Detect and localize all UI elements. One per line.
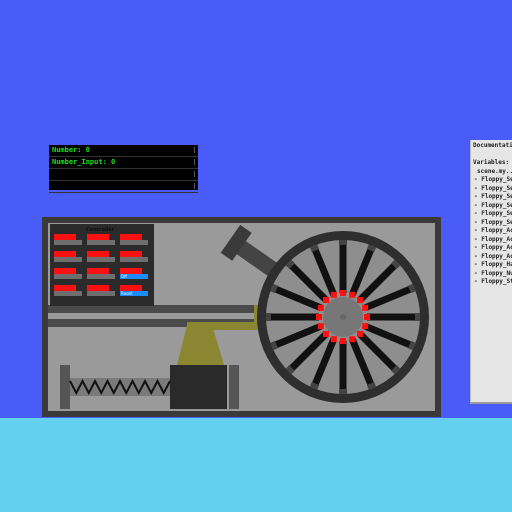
hub-led <box>349 291 356 298</box>
variables-heading: Variables: <box>473 159 510 166</box>
documentation-variable-item[interactable]: - Floppy_Nu <box>471 270 512 279</box>
hub-led <box>323 330 330 337</box>
documentation-variable-item[interactable]: - Floppy_Sta <box>471 278 512 287</box>
hub-led <box>330 336 337 343</box>
hub-led <box>317 304 324 311</box>
controller-button-label: Reset <box>121 291 133 296</box>
documentation-variable-item[interactable]: - Floppy_Ser <box>471 185 512 194</box>
documentation-variable-item[interactable]: - Floppy_Act <box>471 236 512 245</box>
controller-button-label: Off <box>121 274 127 279</box>
documentation-panel[interactable]: Documentation Variables: scene.my... - F… <box>470 140 512 402</box>
piston-block <box>170 365 227 409</box>
hub-led <box>340 290 346 296</box>
documentation-variable-item[interactable]: - Floppy_Ser <box>471 202 512 211</box>
console-line-number-input: Number_Input: 0 <box>49 157 198 169</box>
documentation-variable-item[interactable]: - Floppy_Ser <box>471 193 512 202</box>
console-line-empty <box>49 169 198 181</box>
console-output-panel: Number: 0 Number_Input: 0 <box>49 145 198 193</box>
documentation-variable-item[interactable]: - Floppy_Ser <box>471 219 512 228</box>
documentation-variable-item[interactable]: - Floppy_Act <box>471 244 512 253</box>
hub-led <box>349 336 356 343</box>
hub-led <box>317 323 324 330</box>
scene-variable-item[interactable]: scene.my... <box>471 167 512 176</box>
hub-led <box>356 330 363 337</box>
documentation-title: Documentation <box>473 142 512 149</box>
floppy-engine-machine[interactable]: Controller Off Reset <box>42 217 441 417</box>
hub-led <box>340 338 346 344</box>
flywheel-spoke <box>367 313 420 321</box>
flywheel-spoke <box>266 313 319 321</box>
flywheel-icon[interactable] <box>257 231 429 403</box>
documentation-variable-item[interactable]: - Floppy_Act <box>471 227 512 236</box>
documentation-variable-item[interactable]: - Floppy_Ser <box>471 176 512 185</box>
hub-led <box>356 297 363 304</box>
documentation-variable-item[interactable]: - Floppy_Act <box>471 253 512 262</box>
hub-led <box>362 304 369 311</box>
hub-led <box>316 314 322 320</box>
flywheel-spoke <box>339 240 347 293</box>
documentation-variable-item[interactable]: - Floppy_Har <box>471 261 512 270</box>
controller-title: Controller <box>86 227 115 233</box>
ground-floor <box>0 418 512 512</box>
hub-led <box>364 314 370 320</box>
controller-panel[interactable]: Controller Off Reset <box>50 224 154 306</box>
hub-led <box>323 297 330 304</box>
flywheel-spoke <box>339 341 347 394</box>
console-line-empty <box>49 181 198 193</box>
console-line-number: Number: 0 <box>49 145 198 157</box>
hub-led <box>330 291 337 298</box>
hub-led <box>362 323 369 330</box>
documentation-variable-item[interactable]: - Floppy_Ser <box>471 210 512 219</box>
